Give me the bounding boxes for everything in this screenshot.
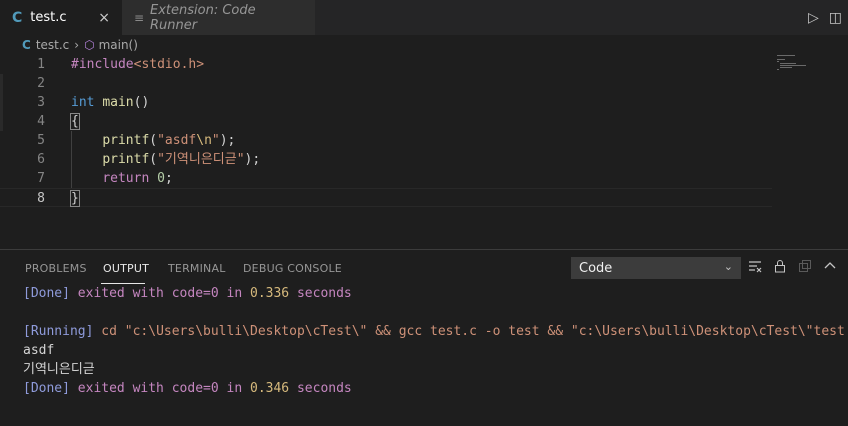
chevron-right-icon: › [74, 38, 80, 52]
minimap-line [777, 61, 779, 62]
output-line: [Done] exited with code=0 in 0.346 secon… [23, 379, 352, 398]
code-line[interactable]: 6 printf("기역니은디귿"); [0, 150, 772, 169]
output-line: 기역니은디귿 [23, 362, 95, 377]
tab-terminal[interactable]: TERMINAL [168, 262, 226, 275]
function-name: main [102, 95, 134, 110]
panel-actions [748, 259, 837, 277]
line-number: 7 [37, 171, 45, 186]
editor-actions: ▷ ◫ [808, 0, 842, 35]
string-literal: "기역니은디귿" [157, 152, 245, 167]
tab-extension-code-runner[interactable]: ≡ Extension: Code Runner [122, 0, 315, 35]
output-line: [Running] cd "c:\Users\bulli\Desktop\cTe… [23, 322, 845, 341]
clear-output-icon[interactable] [748, 259, 762, 277]
running-tag: [Running] [23, 324, 94, 339]
punctuation: ; [164, 171, 173, 186]
exit-code: code=0 [171, 286, 219, 301]
keyword: int [71, 95, 95, 110]
line-number: 3 [37, 95, 45, 110]
method-icon: ⬡ [84, 38, 95, 52]
output-text: in [218, 381, 250, 396]
code-line-current[interactable]: 8 } [0, 188, 772, 207]
minimap-line [780, 67, 792, 68]
output-line: asdf [23, 343, 55, 358]
brace-match: } [70, 190, 80, 207]
code-line[interactable]: 4 { [0, 112, 772, 131]
breadcrumb: C test.c › ⬡ main() [0, 35, 848, 55]
line-number: 1 [37, 57, 45, 72]
breadcrumb-file[interactable]: test.c [36, 38, 69, 52]
line-number: 5 [37, 133, 45, 148]
function-name: printf [102, 133, 150, 148]
punctuation: ); [244, 152, 261, 167]
line-number: 8 [37, 191, 45, 206]
output-text: exited with [69, 286, 172, 301]
output-line: [Done] exited with code=0 in 0.336 secon… [23, 284, 352, 303]
include-header: <stdio.h> [133, 57, 205, 72]
c-file-icon: C [22, 38, 31, 52]
code-line[interactable]: 3 int main() [0, 93, 772, 112]
output-channel-value: Code [579, 260, 613, 276]
done-tag: [Done] [23, 381, 70, 396]
lock-scroll-icon[interactable] [773, 259, 787, 277]
code-line[interactable]: 2 [0, 74, 772, 93]
tab-test-c[interactable]: C test.c × [0, 0, 122, 35]
string-literal: " [211, 133, 220, 148]
line-number: 2 [37, 76, 45, 91]
brace-match: { [70, 113, 80, 130]
editor-tab-bar: C test.c × ≡ Extension: Code Runner ▷ ◫ [0, 0, 848, 35]
done-tag: [Done] [23, 286, 70, 301]
preview-icon: ≡ [134, 10, 145, 25]
exit-code: code=0 [171, 381, 219, 396]
code-line[interactable]: 7 return 0; [0, 169, 772, 188]
punctuation: ); [219, 133, 236, 148]
minimap-line [780, 63, 796, 64]
minimap-line [777, 59, 785, 60]
c-file-icon: C [12, 9, 23, 26]
output-channel-select[interactable]: Code ⌄ [571, 257, 741, 279]
punctuation: () [133, 95, 150, 110]
bottom-panel: PROBLEMS OUTPUT TERMINAL DEBUG CONSOLE C… [0, 249, 848, 426]
close-icon[interactable]: × [98, 10, 110, 26]
elapsed-time: 0.346 [250, 381, 290, 396]
string-literal: "asdf [157, 133, 197, 148]
run-icon[interactable]: ▷ [808, 10, 819, 26]
minimap-line [777, 69, 779, 70]
tab-output[interactable]: OUTPUT [103, 262, 149, 275]
punctuation: ( [149, 152, 158, 167]
elapsed-time: 0.336 [250, 286, 290, 301]
code-editor[interactable]: 1 #include<stdio.h> 2 3 int main() 4 { 5… [0, 55, 848, 248]
line-number: 4 [37, 114, 45, 129]
tab-label: test.c [30, 10, 67, 25]
breadcrumb-symbol[interactable]: main() [99, 38, 138, 52]
keyword: return [102, 171, 150, 186]
copy-icon[interactable] [798, 259, 812, 277]
line-number: 6 [37, 152, 45, 167]
punctuation: ( [149, 133, 158, 148]
output-text: exited with [69, 381, 172, 396]
code-line[interactable]: 5 printf("asdf\n"); [0, 131, 772, 150]
tab-problems[interactable]: PROBLEMS [25, 262, 87, 275]
tab-debug-console[interactable]: DEBUG CONSOLE [243, 262, 342, 275]
preprocessor-directive: #include [71, 57, 134, 72]
tab-label: Extension: Code Runner [150, 2, 256, 33]
output-text: in [218, 286, 250, 301]
output-text: seconds [289, 381, 352, 396]
run-command: cd "c:\Users\bulli\Desktop\cTest\" && gc… [93, 324, 845, 339]
minimap-line [777, 55, 795, 56]
panel-tab-bar: PROBLEMS OUTPUT TERMINAL DEBUG CONSOLE C… [0, 250, 848, 286]
output-text: seconds [289, 286, 352, 301]
function-name: printf [102, 152, 150, 167]
escape-sequence: \n [196, 133, 212, 148]
minimap[interactable] [775, 55, 835, 85]
number-literal: 0 [157, 171, 165, 186]
maximize-panel-icon[interactable] [823, 259, 837, 277]
chevron-down-icon: ⌄ [723, 260, 733, 273]
minimap-line [780, 65, 806, 66]
code-line[interactable]: 1 #include<stdio.h> [0, 55, 772, 74]
split-editor-icon[interactable]: ◫ [829, 10, 842, 26]
